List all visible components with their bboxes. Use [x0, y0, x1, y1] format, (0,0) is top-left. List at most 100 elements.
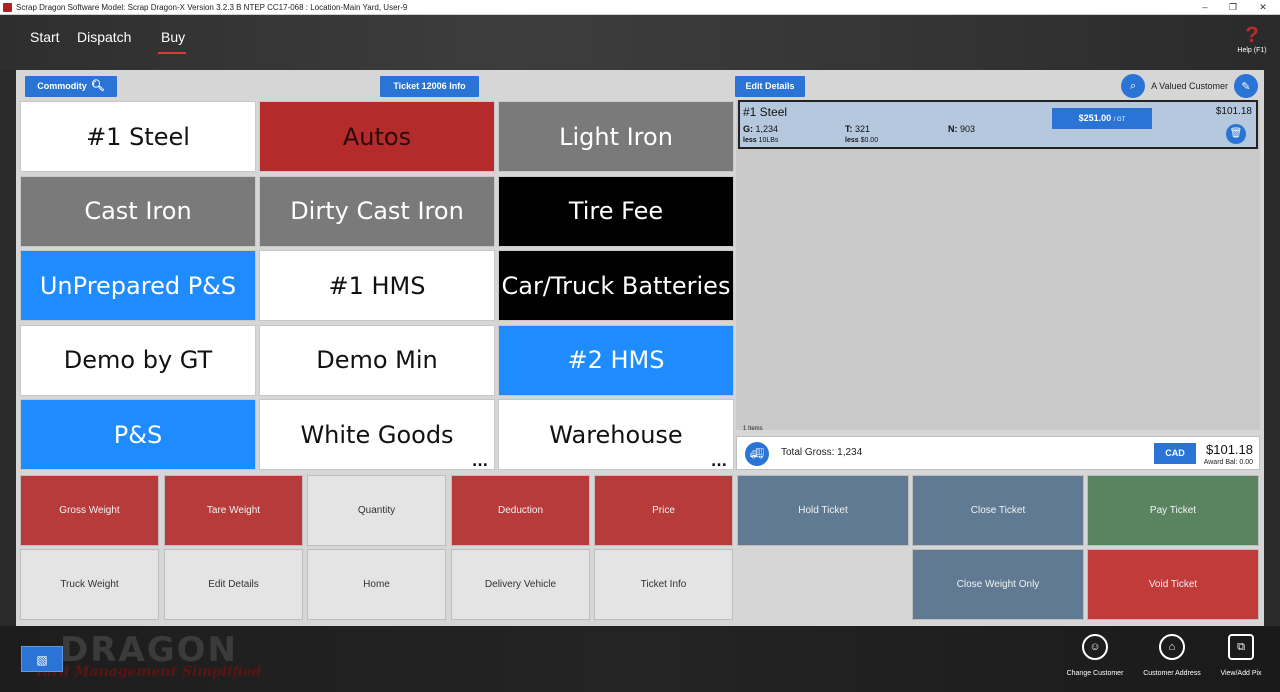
commodity-tile-label: Dirty Cast Iron: [290, 197, 464, 226]
line-price-button[interactable]: $251.00 / GT: [1052, 108, 1152, 129]
bottom-bar: DRAGON Yard Management Simplified ▧ ☺ Ch…: [0, 626, 1280, 692]
commodity-tile-label: Car/Truck Batteries: [501, 271, 731, 300]
customer-address-label: Customer Address: [1143, 670, 1201, 677]
commodity-tile[interactable]: Dirty Cast Iron: [259, 175, 495, 247]
customer-selector: ⌕ A Valued Customer ✎: [1121, 73, 1258, 99]
nav-dispatch[interactable]: Dispatch: [77, 29, 131, 45]
more-options-icon[interactable]: ...: [711, 455, 727, 469]
gross-weight-button[interactable]: Gross Weight: [20, 475, 159, 546]
commodity-tile-label: Cast Iron: [84, 197, 192, 226]
truck-weight-button[interactable]: Truck Weight: [20, 549, 159, 620]
customer-address-button[interactable]: ⌂ Customer Address: [1137, 634, 1207, 677]
close-weight-only-button[interactable]: Close Weight Only: [912, 549, 1084, 620]
change-customer-button[interactable]: ☺ Change Customer: [1060, 634, 1130, 677]
line-amount: $101.18: [1215, 106, 1252, 117]
commodity-tile[interactable]: Autos: [259, 101, 495, 172]
restore-button[interactable]: ❐: [1218, 0, 1248, 15]
minimize-button[interactable]: –: [1190, 0, 1220, 15]
award-balance: Award Bal: 0.00: [1203, 459, 1253, 466]
commodity-tile-label: #2 HMS: [567, 346, 665, 375]
ticket-line-item[interactable]: #1 Steel G: 1,234 T: 321 N: 903 less 10L…: [738, 100, 1258, 149]
line-less-amount: less $0.00: [845, 137, 879, 144]
help-label: Help (F1): [1237, 47, 1267, 54]
currency-button[interactable]: CAD: [1154, 443, 1196, 464]
commodity-tile[interactable]: #2 HMS: [498, 324, 734, 396]
commodity-tile-label: Tire Fee: [568, 197, 664, 226]
ticket-lines-list: #1 Steel G: 1,234 T: 321 N: 903 less 10L…: [736, 100, 1260, 430]
close-ticket-button[interactable]: Close Ticket: [912, 475, 1084, 546]
void-ticket-button[interactable]: Void Ticket: [1087, 549, 1259, 620]
customer-search-icon[interactable]: ⌕: [1121, 74, 1146, 98]
commodity-tile-label: UnPrepared P&S: [39, 271, 237, 300]
more-options-icon[interactable]: ...: [472, 455, 488, 469]
line-net: N: 903: [948, 124, 976, 134]
brand-tagline: Yard Management Simplified: [34, 664, 262, 680]
commodity-tile[interactable]: White Goods...: [259, 399, 495, 471]
line-commodity-name: #1 Steel: [743, 105, 788, 119]
help-button[interactable]: ? Help (F1): [1234, 22, 1270, 55]
top-nav-bar: Start Dispatch Buy ? Help (F1): [0, 15, 1280, 70]
commodity-tile-label: #1 Steel: [86, 122, 190, 151]
line-tare: T: 321: [845, 124, 871, 134]
commodity-tile[interactable]: Tire Fee: [498, 175, 734, 247]
total-amount: $101.18: [1206, 442, 1253, 457]
line-less-weight: less 10LBs: [743, 137, 779, 144]
change-customer-label: Change Customer: [1066, 670, 1124, 677]
commodity-tile-label: Light Iron: [559, 122, 673, 151]
commodity-tile-label: Demo by GT: [63, 346, 213, 375]
commodity-tile-label: #1 HMS: [328, 271, 426, 300]
pictures-icon: ⧉: [1228, 634, 1254, 660]
commodity-tile[interactable]: #1 HMS: [259, 250, 495, 322]
delete-line-icon[interactable]: 🗑︎: [1226, 124, 1246, 144]
nav-active-indicator: [158, 52, 186, 54]
view-add-pix-button[interactable]: ⧉ View/Add Pix: [1206, 634, 1276, 677]
commodity-tile-label: Warehouse: [549, 420, 683, 449]
tare-weight-button[interactable]: Tare Weight: [164, 475, 303, 546]
commodity-tile-label: Demo Min: [316, 346, 438, 375]
nav-start[interactable]: Start: [30, 29, 60, 45]
main-panel: Commodity 🔍︎ Ticket 12006 Info Edit Detai…: [16, 70, 1264, 626]
commodity-tile-label: White Goods: [300, 420, 454, 449]
nav-buy[interactable]: Buy: [161, 29, 185, 45]
ticket-info-action-button[interactable]: Ticket Info: [594, 549, 733, 620]
help-icon: ?: [1245, 22, 1259, 47]
edit-details-button[interactable]: Edit Details: [164, 549, 303, 620]
window-titlebar: Scrap Dragon Software Model: Scrap Drago…: [0, 0, 1280, 15]
commodity-tile-label: Autos: [342, 122, 412, 151]
line-gross: G: 1,234: [743, 124, 779, 134]
delivery-vehicle-button[interactable]: Delivery Vehicle: [451, 549, 590, 620]
commodity-tile[interactable]: #1 Steel: [20, 101, 256, 172]
customer-name: A Valued Customer: [1151, 81, 1228, 91]
commodity-tile[interactable]: Cast Iron: [20, 175, 256, 247]
toggle-screen-icon[interactable]: ▧: [21, 646, 63, 672]
ticket-info-button[interactable]: Ticket 12006 Info: [380, 76, 479, 97]
hold-ticket-button[interactable]: Hold Ticket: [737, 475, 909, 546]
commodity-tile[interactable]: Car/Truck Batteries: [498, 250, 734, 322]
commodity-tile[interactable]: Demo by GT: [20, 324, 256, 396]
commodity-tile[interactable]: Warehouse...: [498, 399, 734, 471]
items-count: 1 Items: [743, 426, 763, 432]
ticket-total-bar: 🚚︎ Total Gross: 1,234 CAD $101.18 Award …: [736, 436, 1260, 470]
app-logo-icon: [3, 3, 12, 12]
quantity-button[interactable]: Quantity: [307, 475, 446, 546]
commodity-tile[interactable]: Demo Min: [259, 324, 495, 396]
close-window-button[interactable]: ✕: [1248, 0, 1278, 15]
price-button[interactable]: Price: [594, 475, 733, 546]
commodity-tile[interactable]: P&S: [20, 399, 256, 471]
home-button[interactable]: Home: [307, 549, 446, 620]
deduction-button[interactable]: Deduction: [451, 475, 590, 546]
customer-edit-icon[interactable]: ✎: [1234, 74, 1258, 98]
pay-ticket-button[interactable]: Pay Ticket: [1087, 475, 1259, 546]
commodity-search-button[interactable]: Commodity 🔍︎: [25, 76, 117, 97]
search-icon: 🔍︎: [90, 80, 105, 92]
customer-address-icon: ⌂: [1159, 634, 1185, 660]
commodity-tile-label: P&S: [113, 420, 163, 449]
commodity-tile[interactable]: UnPrepared P&S: [20, 250, 256, 322]
commodity-button-label: Commodity: [37, 81, 87, 91]
total-gross: Total Gross: 1,234: [781, 447, 863, 458]
window-title: Scrap Dragon Software Model: Scrap Drago…: [16, 3, 408, 12]
change-customer-icon: ☺: [1082, 634, 1108, 660]
edit-details-top-button[interactable]: Edit Details: [735, 76, 805, 97]
truck-icon[interactable]: 🚚︎: [745, 442, 769, 466]
commodity-tile[interactable]: Light Iron: [498, 101, 734, 172]
